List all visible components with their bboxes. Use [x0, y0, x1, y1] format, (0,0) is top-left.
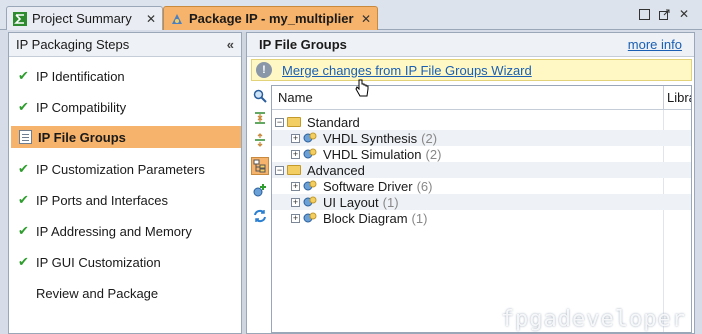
tree-label: VHDL Simulation [323, 146, 422, 162]
tree-header: Name Libra [272, 86, 691, 110]
tab-label: Project Summary [32, 11, 132, 26]
edit-document-icon [19, 130, 32, 144]
tree-label: Block Diagram [323, 210, 408, 226]
close-tab-icon[interactable]: ✕ [355, 12, 371, 26]
ip-package-icon [170, 12, 184, 26]
collapse-node-icon[interactable]: − [275, 165, 284, 175]
checkmark-icon: ✔ [18, 192, 29, 207]
file-group-icon [303, 196, 317, 208]
search-icon[interactable] [251, 87, 269, 105]
file-group-icon [303, 180, 317, 192]
merge-changes-link[interactable]: Merge changes from IP File Groups Wizard [282, 63, 532, 78]
checkmark-icon: ✔ [18, 223, 29, 238]
ip-packaging-steps-panel: IP Packaging Steps « ✔ IP Identification… [8, 32, 242, 334]
expand-all-icon[interactable] [251, 131, 269, 149]
watermark: fpgadeveloper [500, 307, 686, 332]
file-group-icon [303, 212, 317, 224]
panel-title: IP File Groups [259, 37, 347, 52]
tree-label: Advanced [307, 162, 365, 178]
panel-title: IP Packaging Steps [16, 37, 130, 52]
tab-label: Package IP - my_multiplier [189, 11, 354, 26]
tree-row-vhdl-synthesis[interactable]: + VHDL Synthesis (2) [272, 130, 691, 146]
step-label: IP Compatibility [36, 99, 127, 115]
file-count: (2) [421, 130, 438, 146]
folder-open-icon [287, 165, 301, 175]
step-review-and-package[interactable]: Review and Package [9, 281, 241, 305]
step-ip-ports-and-interfaces[interactable]: ✔ IP Ports and Interfaces [9, 188, 241, 212]
step-label: IP Customization Parameters [36, 161, 205, 177]
file-count: (1) [411, 210, 428, 226]
restore-icon[interactable] [638, 8, 650, 20]
collapse-panel-icon[interactable]: « [227, 37, 234, 52]
tree-row-ui-layout[interactable]: + UI Layout (1) [272, 194, 691, 210]
expand-node-icon[interactable]: + [291, 149, 300, 159]
file-group-icon [303, 132, 317, 144]
expand-node-icon[interactable]: + [291, 133, 300, 143]
step-label: IP Ports and Interfaces [36, 192, 168, 208]
tree-label: Standard [307, 114, 360, 130]
panel-header: IP File Groups more info [247, 33, 694, 57]
file-count: (1) [382, 194, 399, 210]
file-group-icon [303, 148, 317, 160]
checkmark-icon: ✔ [18, 254, 29, 269]
step-label: IP Identification [36, 68, 125, 84]
expand-node-icon[interactable]: + [291, 181, 300, 191]
close-tab-icon[interactable]: ✕ [140, 12, 156, 26]
tree-row-software-driver[interactable]: + Software Driver (6) [272, 178, 691, 194]
column-header-name[interactable]: Name [272, 90, 313, 105]
hierarchy-view-icon[interactable] [251, 157, 269, 175]
checkmark-icon: ✔ [18, 68, 29, 83]
tree-row-vhdl-simulation[interactable]: + VHDL Simulation (2) [272, 146, 691, 162]
sigma-icon [13, 11, 27, 26]
info-icon: ! [256, 62, 272, 78]
close-icon[interactable]: ✕ [678, 7, 690, 21]
tree-toolbar [249, 85, 271, 333]
step-label: IP GUI Customization [36, 254, 161, 270]
maximize-icon[interactable] [658, 8, 670, 20]
step-ip-addressing-and-memory[interactable]: ✔ IP Addressing and Memory [9, 219, 241, 243]
tree-label: Software Driver [323, 178, 413, 194]
checkmark-icon: ✔ [18, 99, 29, 114]
folder-open-icon [287, 117, 301, 127]
tree-label: VHDL Synthesis [323, 130, 418, 146]
file-groups-tree: Name Libra − Standard + VHDL Synthesis (… [271, 85, 692, 333]
add-file-group-icon[interactable] [251, 181, 269, 199]
tree-label: UI Layout [323, 194, 379, 210]
file-count: (6) [416, 178, 433, 194]
editor-tab-bar: Project Summary ✕ Package IP - my_multip… [0, 0, 702, 30]
file-count: (2) [425, 146, 442, 162]
column-header-library[interactable]: Libra [667, 90, 691, 105]
refresh-icon[interactable] [251, 207, 269, 225]
expand-node-icon[interactable]: + [291, 197, 300, 207]
step-label: IP File Groups [38, 129, 126, 145]
step-ip-gui-customization[interactable]: ✔ IP GUI Customization [9, 250, 241, 274]
tab-package-ip[interactable]: Package IP - my_multiplier ✕ [163, 6, 378, 30]
step-label: IP Addressing and Memory [36, 223, 192, 239]
tree-row-advanced[interactable]: − Advanced [272, 162, 691, 178]
more-info-link[interactable]: more info [628, 37, 682, 52]
collapse-node-icon[interactable]: − [275, 117, 284, 127]
merge-changes-banner: ! Merge changes from IP File Groups Wiza… [251, 59, 692, 81]
step-ip-identification[interactable]: ✔ IP Identification [9, 64, 241, 88]
panel-header: IP Packaging Steps « [9, 33, 241, 57]
collapse-all-icon[interactable] [251, 109, 269, 127]
tab-project-summary[interactable]: Project Summary ✕ [6, 6, 163, 30]
tree-row-block-diagram[interactable]: + Block Diagram (1) [272, 210, 691, 226]
step-ip-customization-parameters[interactable]: ✔ IP Customization Parameters [9, 157, 241, 181]
expand-node-icon[interactable]: + [291, 213, 300, 223]
checkmark-icon: ✔ [18, 161, 29, 176]
step-label: Review and Package [36, 285, 159, 301]
ip-file-groups-panel: IP File Groups more info ! Merge changes… [246, 32, 695, 334]
step-ip-compatibility[interactable]: ✔ IP Compatibility [9, 95, 241, 119]
step-ip-file-groups[interactable]: IP File Groups [11, 126, 241, 148]
tree-row-standard[interactable]: − Standard [272, 114, 691, 130]
hand-cursor-icon [355, 79, 369, 97]
